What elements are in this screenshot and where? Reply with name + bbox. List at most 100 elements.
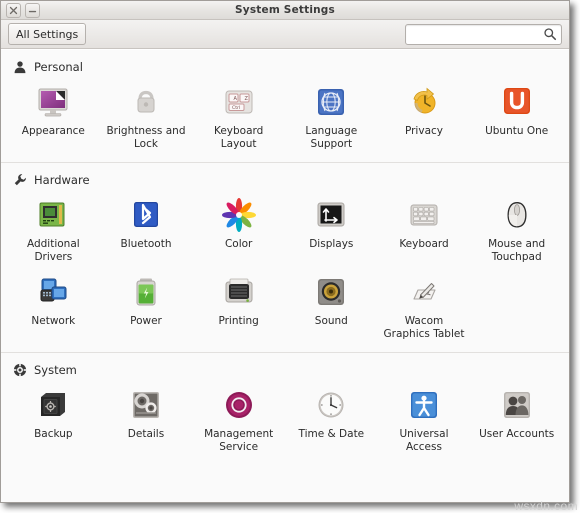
settings-item-universal-access[interactable]: Universal Access bbox=[378, 382, 471, 459]
window-controls bbox=[1, 2, 40, 18]
settings-item-label: Management Service bbox=[204, 428, 274, 453]
settings-item-brightness-and-lock[interactable]: Brightness and Lock bbox=[100, 79, 193, 156]
accessibility-icon bbox=[404, 385, 444, 425]
settings-item-label: Brightness and Lock bbox=[106, 125, 186, 150]
svg-text:Ctrl: Ctrl bbox=[232, 105, 240, 111]
section-personal: Personal Appearance Brightness and Lock … bbox=[1, 50, 569, 162]
search-icon[interactable] bbox=[543, 27, 557, 41]
keyboard-layout-icon: A Z Ctrl bbox=[219, 82, 259, 122]
keyboard-icon bbox=[404, 195, 444, 235]
settings-item-ubuntu-one[interactable]: Ubuntu One bbox=[470, 79, 563, 156]
settings-item-label: Language Support bbox=[305, 125, 358, 150]
settings-item-label: Displays bbox=[309, 238, 354, 250]
system-gear-icon bbox=[12, 362, 28, 378]
settings-item-label: Network bbox=[31, 315, 76, 327]
settings-item-label: Wacom Graphics Tablet bbox=[383, 315, 465, 340]
displays-icon bbox=[311, 195, 351, 235]
window-title: System Settings bbox=[235, 4, 335, 16]
settings-item-printing[interactable]: Printing bbox=[192, 269, 285, 346]
toolbar: All Settings bbox=[1, 20, 569, 49]
management-service-icon bbox=[219, 385, 259, 425]
section-label-personal: Personal bbox=[34, 60, 83, 74]
section-label-system: System bbox=[34, 363, 77, 377]
settings-item-bluetooth[interactable]: Bluetooth bbox=[100, 192, 193, 269]
settings-item-details[interactable]: Details bbox=[100, 382, 193, 459]
settings-item-displays[interactable]: Displays bbox=[285, 192, 378, 269]
grid-hardware: Additional Drivers Bluetooth Color Displ… bbox=[1, 190, 569, 350]
settings-item-backup[interactable]: Backup bbox=[7, 382, 100, 459]
settings-item-power[interactable]: Power bbox=[100, 269, 193, 346]
settings-item-mouse-and-touchpad[interactable]: Mouse and Touchpad bbox=[470, 192, 563, 269]
settings-item-label: Keyboard Layout bbox=[213, 125, 264, 150]
titlebar: System Settings bbox=[1, 1, 569, 20]
section-system: System Backup Details Management Service… bbox=[1, 352, 569, 465]
settings-item-additional-drivers[interactable]: Additional Drivers bbox=[7, 192, 100, 269]
grid-system: Backup Details Management Service Time &… bbox=[1, 380, 569, 463]
details-icon bbox=[126, 385, 166, 425]
mouse-touchpad-icon bbox=[497, 195, 537, 235]
section-header-personal: Personal bbox=[1, 56, 569, 77]
settings-item-time-and-date[interactable]: Time & Date bbox=[285, 382, 378, 459]
settings-item-label: Bluetooth bbox=[120, 238, 172, 250]
close-icon[interactable] bbox=[6, 2, 21, 18]
printer-icon bbox=[219, 272, 259, 312]
settings-item-label: Ubuntu One bbox=[485, 125, 549, 137]
svg-text:A: A bbox=[233, 96, 237, 102]
settings-item-label: Printing bbox=[218, 315, 259, 327]
settings-item-privacy[interactable]: Privacy bbox=[378, 79, 471, 156]
privacy-icon bbox=[404, 82, 444, 122]
settings-item-label: Additional Drivers bbox=[26, 238, 80, 263]
wacom-tablet-icon bbox=[404, 272, 444, 312]
settings-item-user-accounts[interactable]: User Accounts bbox=[470, 382, 563, 459]
settings-item-label: User Accounts bbox=[479, 428, 555, 440]
settings-item-label: Time & Date bbox=[298, 428, 365, 440]
minimize-glyph bbox=[28, 10, 37, 12]
clock-icon bbox=[311, 385, 351, 425]
settings-item-label: Appearance bbox=[21, 125, 85, 137]
minimize-icon[interactable] bbox=[25, 2, 40, 18]
bluetooth-icon bbox=[126, 195, 166, 235]
settings-item-wacom-graphics-tablet[interactable]: Wacom Graphics Tablet bbox=[378, 269, 471, 346]
color-icon bbox=[219, 195, 259, 235]
settings-item-label: Universal Access bbox=[399, 428, 449, 453]
settings-item-color[interactable]: Color bbox=[192, 192, 285, 269]
settings-item-label: Color bbox=[224, 238, 253, 250]
settings-item-management-service[interactable]: Management Service bbox=[192, 382, 285, 459]
users-icon bbox=[497, 385, 537, 425]
section-hardware: Hardware Additional Drivers Bluetooth Co… bbox=[1, 162, 569, 352]
search-box[interactable] bbox=[405, 23, 562, 45]
settings-item-keyboard-layout[interactable]: A Z Ctrl Keyboard Layout bbox=[192, 79, 285, 156]
settings-item-label: Privacy bbox=[404, 125, 443, 137]
settings-item-keyboard[interactable]: Keyboard bbox=[378, 192, 471, 269]
settings-content: Personal Appearance Brightness and Lock … bbox=[1, 49, 569, 502]
settings-item-language-support[interactable]: Language Support bbox=[285, 79, 378, 156]
settings-item-label: Mouse and Touchpad bbox=[488, 238, 546, 263]
section-label-hardware: Hardware bbox=[34, 173, 90, 187]
speaker-icon bbox=[311, 272, 351, 312]
appearance-icon bbox=[33, 82, 73, 122]
settings-item-sound[interactable]: Sound bbox=[285, 269, 378, 346]
settings-item-label: Details bbox=[127, 428, 165, 440]
system-settings-window: System Settings All Settings Personal Ap… bbox=[0, 0, 570, 503]
wrench-icon bbox=[12, 172, 28, 188]
section-header-hardware: Hardware bbox=[1, 169, 569, 190]
search-input[interactable] bbox=[406, 24, 561, 44]
settings-item-label: Backup bbox=[34, 428, 73, 440]
person-icon bbox=[12, 59, 28, 75]
settings-item-label: Sound bbox=[314, 315, 348, 327]
brightness-lock-icon bbox=[126, 82, 166, 122]
settings-item-appearance[interactable]: Appearance bbox=[7, 79, 100, 156]
svg-text:Z: Z bbox=[244, 96, 248, 102]
network-icon bbox=[33, 272, 73, 312]
settings-item-label: Power bbox=[130, 315, 162, 327]
all-settings-button[interactable]: All Settings bbox=[8, 23, 87, 45]
additional-drivers-icon bbox=[33, 195, 73, 235]
settings-item-label: Keyboard bbox=[399, 238, 449, 250]
safe-icon bbox=[33, 385, 73, 425]
ubuntu-one-icon bbox=[497, 82, 537, 122]
settings-item-network[interactable]: Network bbox=[7, 269, 100, 346]
section-header-system: System bbox=[1, 359, 569, 380]
language-support-icon bbox=[311, 82, 351, 122]
power-battery-icon bbox=[126, 272, 166, 312]
grid-personal: Appearance Brightness and Lock A Z Ctrl … bbox=[1, 77, 569, 160]
